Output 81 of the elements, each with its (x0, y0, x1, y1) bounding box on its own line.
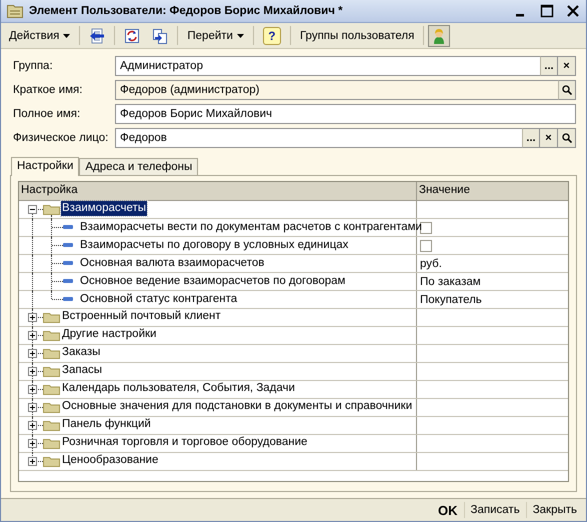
tree-item[interactable]: Основная валюта взаиморасчетов (80, 256, 264, 270)
expand-icon[interactable] (28, 403, 37, 412)
caret-icon (63, 34, 70, 38)
tree-item[interactable]: Розничная торговля и торговое оборудование (61, 435, 308, 450)
tree-item[interactable]: Взаиморасчеты по договору в условных единицах (80, 238, 348, 252)
column-header[interactable]: Настройка (19, 182, 416, 200)
search-icon (562, 85, 572, 95)
tree-item[interactable]: Основной статус контрагента (80, 292, 238, 306)
window-title: Элемент Пользователи: Федоров Борис Михайлович * (29, 5, 344, 17)
close-icon[interactable] (566, 4, 580, 18)
expand-icon[interactable] (28, 349, 37, 358)
item-icon (63, 225, 73, 229)
expand-icon[interactable] (28, 331, 37, 340)
folder-icon (43, 384, 60, 395)
select-button[interactable]: ... (540, 56, 558, 76)
tree-item[interactable]: Взаиморасчеты вести по документам расчетов с контрагентами (80, 220, 422, 234)
expand-icon[interactable] (28, 421, 37, 430)
table-cell: руб. (420, 258, 442, 270)
tree-item[interactable]: Ценообразование (61, 453, 160, 468)
folder-icon (43, 330, 60, 341)
folder-icon (43, 456, 60, 467)
checkbox[interactable] (420, 222, 432, 234)
tree-item[interactable]: Встроенный почтовый клиент (61, 309, 222, 324)
field-label: Физическое лицо: (13, 132, 110, 144)
menu-button[interactable]: Перейти (182, 26, 249, 44)
window-icon (7, 4, 23, 18)
tab[interactable]: Адреса и телефоны (79, 158, 198, 175)
folder-icon (43, 438, 60, 449)
menu-button[interactable]: Действия (4, 26, 76, 44)
select-button[interactable]: ... (522, 128, 540, 148)
refresh-icon[interactable] (124, 28, 140, 44)
tree-item[interactable]: Календарь пользователя, События, Задачи (61, 381, 296, 396)
folder-icon (43, 312, 60, 323)
user-groups-button[interactable]: Группы пользователя (294, 26, 420, 44)
folder-icon (43, 348, 60, 359)
checkbox[interactable] (420, 240, 432, 252)
table-cell: Покупатель (420, 294, 482, 306)
item-icon (63, 243, 73, 247)
column-header[interactable]: Значение (416, 182, 568, 200)
footer-button[interactable]: OK (432, 500, 464, 520)
caret-icon (236, 34, 244, 38)
text-field[interactable]: Федоров (115, 128, 522, 148)
tree-item[interactable]: Панель функций (61, 417, 152, 432)
clear-button[interactable]: × (558, 56, 576, 76)
item-icon (63, 261, 73, 265)
footer-button[interactable]: Закрыть (526, 502, 583, 518)
folder-icon (43, 402, 60, 413)
tree-item[interactable]: Заказы (61, 345, 102, 360)
text-field[interactable]: Администратор (115, 56, 540, 76)
item-icon (63, 297, 73, 301)
clear-button[interactable]: × (540, 128, 558, 148)
search-button[interactable] (558, 128, 576, 148)
expand-icon[interactable] (28, 439, 37, 448)
search-icon (562, 133, 572, 143)
user-toggle-button[interactable] (428, 24, 450, 46)
table-cell: По заказам (420, 276, 481, 288)
text-field[interactable]: Федоров (администратор) (115, 80, 558, 100)
field-label: Группа: (13, 60, 54, 72)
folder-icon (43, 366, 60, 377)
footer-button[interactable]: Записать (464, 502, 526, 518)
expand-icon[interactable] (28, 367, 37, 376)
help-button[interactable]: ? (262, 26, 281, 44)
folder-icon (43, 420, 60, 431)
search-button[interactable] (558, 80, 576, 100)
tree-item[interactable]: Основное ведение взаиморасчетов по договорам (80, 274, 346, 288)
expand-icon[interactable] (28, 385, 37, 394)
field-label: Полное имя: (13, 108, 82, 120)
collapse-icon[interactable] (28, 205, 37, 214)
field-label: Краткое имя: (13, 84, 84, 96)
copy-icon[interactable] (152, 28, 168, 44)
maximize-icon[interactable] (540, 4, 554, 18)
tab[interactable]: Настройки (11, 157, 80, 176)
text-field[interactable]: Федоров Борис Михайлович (115, 104, 576, 124)
tree-item[interactable]: Взаиморасчеты (61, 201, 148, 216)
item-icon (63, 279, 73, 283)
expand-icon[interactable] (28, 457, 37, 466)
tree-item[interactable]: Основные значения для подстановки в документы и справочники (61, 399, 414, 414)
expand-icon[interactable] (28, 313, 37, 322)
tree-item[interactable]: Запасы (61, 363, 103, 378)
folder-icon (43, 204, 60, 215)
tree-item[interactable]: Другие настройки (61, 327, 158, 342)
